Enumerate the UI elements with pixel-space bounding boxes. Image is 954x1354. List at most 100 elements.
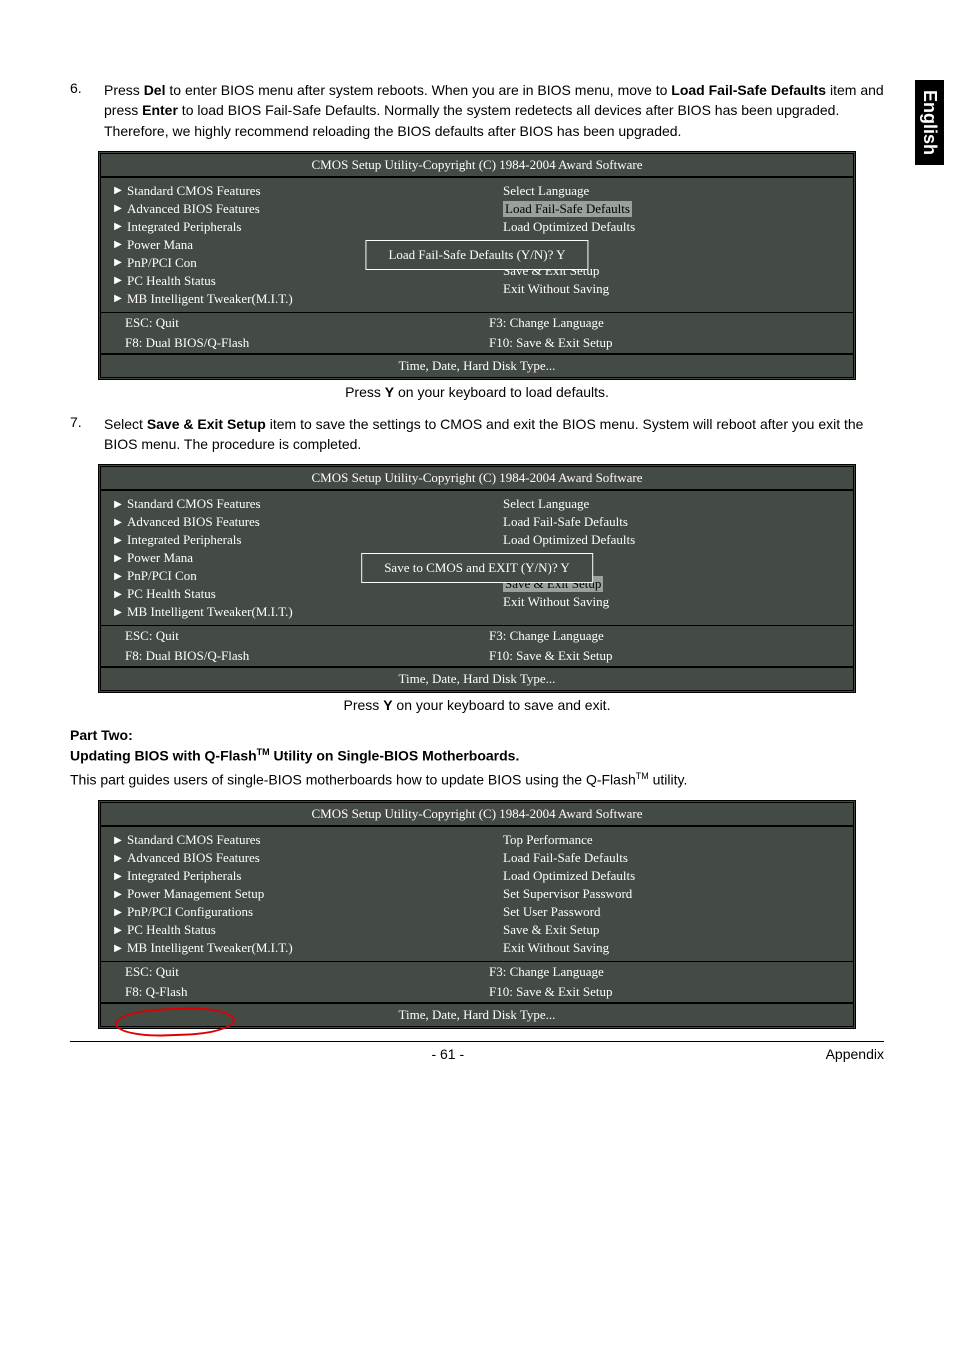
page-number: - 61 - — [431, 1046, 464, 1062]
t: Updating BIOS with Q-Flash — [70, 748, 257, 764]
t: TM — [257, 747, 270, 757]
bios-title: CMOS Setup Utility-Copyright (C) 1984-20… — [101, 467, 853, 491]
triangle-right-icon: ▶ — [109, 535, 127, 546]
bios-menu-item[interactable]: ▶MB Intelligent Tweaker(M.I.T.) — [101, 603, 477, 621]
bios-menu-label: Set User Password — [503, 904, 601, 920]
t: Save & Exit Setup — [147, 416, 266, 432]
bios-confirm-popup[interactable]: Save to CMOS and EXIT (Y/N)? Y — [361, 553, 593, 583]
bios-menu-item[interactable]: ▶MB Intelligent Tweaker(M.I.T.) — [101, 939, 477, 957]
bios-footer: ESC: Quit — [125, 964, 489, 980]
t: Utility on Single-BIOS Motherboards. — [270, 748, 520, 764]
bios-menu-item[interactable]: ▶Advanced BIOS Features — [101, 200, 477, 218]
spacer — [485, 853, 503, 864]
bios-menu-item[interactable]: ▶PnP/PCI Configurations — [101, 903, 477, 921]
bios-menu-label: Advanced BIOS Features — [127, 514, 260, 530]
bios-menu-label: Exit Without Saving — [503, 281, 609, 297]
triangle-right-icon: ▶ — [109, 499, 127, 510]
bios-menu-label: Load Fail-Safe Defaults — [503, 201, 632, 217]
bios-menu-item[interactable]: ▶Standard CMOS Features — [101, 495, 477, 513]
triangle-right-icon: ▶ — [109, 943, 127, 954]
bios-menu-item[interactable]: ▶PC Health Status — [101, 585, 477, 603]
bios-footer: F10: Save & Exit Setup — [489, 984, 853, 1000]
bios-menu-item[interactable]: Set Supervisor Password — [477, 885, 853, 903]
bios-menu-item[interactable]: Top Performance — [477, 831, 853, 849]
bios-menu-item[interactable]: ▶PC Health Status — [101, 272, 477, 290]
bios-menu-item[interactable]: Save & Exit Setup — [477, 921, 853, 939]
bios-menu-item[interactable]: ▶Integrated Peripherals — [101, 531, 477, 549]
bios-menu-label: Load Optimized Defaults — [503, 219, 635, 235]
bios-menu-item[interactable]: Exit Without Saving — [477, 280, 853, 298]
t: to enter BIOS menu after system reboots.… — [165, 82, 671, 98]
triangle-right-icon: ▶ — [109, 853, 127, 864]
bios-menu-item[interactable]: Exit Without Saving — [477, 939, 853, 957]
caption-1: Press Y on your keyboard to load default… — [70, 384, 884, 400]
bios-menu-item[interactable]: ▶Standard CMOS Features — [101, 182, 477, 200]
t: on your keyboard to load defaults. — [394, 384, 609, 400]
triangle-right-icon: ▶ — [109, 239, 127, 250]
t: TM — [636, 771, 649, 781]
bios-menu-label: Load Fail-Safe Defaults — [503, 514, 628, 530]
bios-menu-label: Select Language — [503, 183, 589, 199]
t: utility. — [649, 772, 688, 788]
spacer — [485, 535, 503, 546]
t: Load Fail-Safe Defaults — [671, 82, 826, 98]
t: Select — [104, 416, 147, 432]
triangle-right-icon: ▶ — [109, 553, 127, 564]
bios-menu-label: Advanced BIOS Features — [127, 201, 260, 217]
step-text: Select Save & Exit Setup item to save th… — [104, 414, 884, 455]
triangle-right-icon: ▶ — [109, 889, 127, 900]
bios-menu-label: Power Management Setup — [127, 886, 264, 902]
bios-menu-label: PnP/PCI Con — [127, 568, 197, 584]
bios-menu-item[interactable]: ▶Advanced BIOS Features — [101, 513, 477, 531]
t: Del — [144, 82, 166, 98]
triangle-right-icon: ▶ — [109, 571, 127, 582]
bios-menu-item[interactable]: Load Optimized Defaults — [477, 867, 853, 885]
bios-menu-item[interactable]: Load Fail-Safe Defaults — [477, 849, 853, 867]
bios-title: CMOS Setup Utility-Copyright (C) 1984-20… — [101, 803, 853, 827]
spacer — [485, 871, 503, 882]
bios-menu-label: PC Health Status — [127, 273, 216, 289]
spacer — [485, 499, 503, 510]
bios-menu-item[interactable]: Load Fail-Safe Defaults — [477, 200, 853, 218]
step-6: 6. Press Del to enter BIOS menu after sy… — [70, 80, 884, 141]
bios-menu-item[interactable]: ▶MB Intelligent Tweaker(M.I.T.) — [101, 290, 477, 308]
part-two-heading: Part Two: — [70, 727, 884, 743]
bios-menu-item[interactable]: Load Optimized Defaults — [477, 218, 853, 236]
step-number: 7. — [70, 414, 104, 455]
bios-menu-item[interactable]: ▶Integrated Peripherals — [101, 218, 477, 236]
bios-menu-label: Power Mana — [127, 237, 193, 253]
bios-menu-item[interactable]: Select Language — [477, 495, 853, 513]
bios-menu-label: Exit Without Saving — [503, 940, 609, 956]
bios-footer: F3: Change Language — [489, 964, 853, 980]
triangle-right-icon: ▶ — [109, 293, 127, 304]
bios-menu-label: MB Intelligent Tweaker(M.I.T.) — [127, 604, 293, 620]
bios-footer: F8: Dual BIOS/Q-Flash — [125, 335, 489, 351]
bios-menu-label: Save & Exit Setup — [503, 922, 599, 938]
spacer — [485, 221, 503, 232]
spacer — [485, 517, 503, 528]
bios-menu-item[interactable]: ▶PC Health Status — [101, 921, 477, 939]
bios-menu-item[interactable]: Exit Without Saving — [477, 593, 853, 611]
t: Enter — [142, 102, 178, 118]
bios-menu-item[interactable]: ▶Integrated Peripherals — [101, 867, 477, 885]
bios-menu-item[interactable]: Select Language — [477, 182, 853, 200]
bios-menu-item[interactable]: ▶Standard CMOS Features — [101, 831, 477, 849]
bios-menu-label: Load Optimized Defaults — [503, 532, 635, 548]
bios-menu-item[interactable]: Set User Password — [477, 903, 853, 921]
triangle-right-icon: ▶ — [109, 517, 127, 528]
bios-menu-label: Top Performance — [503, 832, 593, 848]
bios-menu-item[interactable]: Load Fail-Safe Defaults — [477, 513, 853, 531]
triangle-right-icon: ▶ — [109, 835, 127, 846]
bios-confirm-popup[interactable]: Load Fail-Safe Defaults (Y/N)? Y — [365, 240, 588, 270]
bios-menu-label: PC Health Status — [127, 586, 216, 602]
spacer — [485, 907, 503, 918]
step-7: 7. Select Save & Exit Setup item to save… — [70, 414, 884, 455]
part-two-subheading: Updating BIOS with Q-FlashTM Utility on … — [70, 747, 884, 764]
bios-menu-item[interactable]: Load Optimized Defaults — [477, 531, 853, 549]
footer-appendix: Appendix — [826, 1046, 884, 1062]
bios-footer: F8: Q-Flash — [125, 984, 489, 1000]
t: on your keyboard to save and exit. — [393, 697, 611, 713]
bios-menu-item[interactable]: ▶Power Management Setup — [101, 885, 477, 903]
triangle-right-icon: ▶ — [109, 185, 127, 196]
bios-menu-item[interactable]: ▶Advanced BIOS Features — [101, 849, 477, 867]
